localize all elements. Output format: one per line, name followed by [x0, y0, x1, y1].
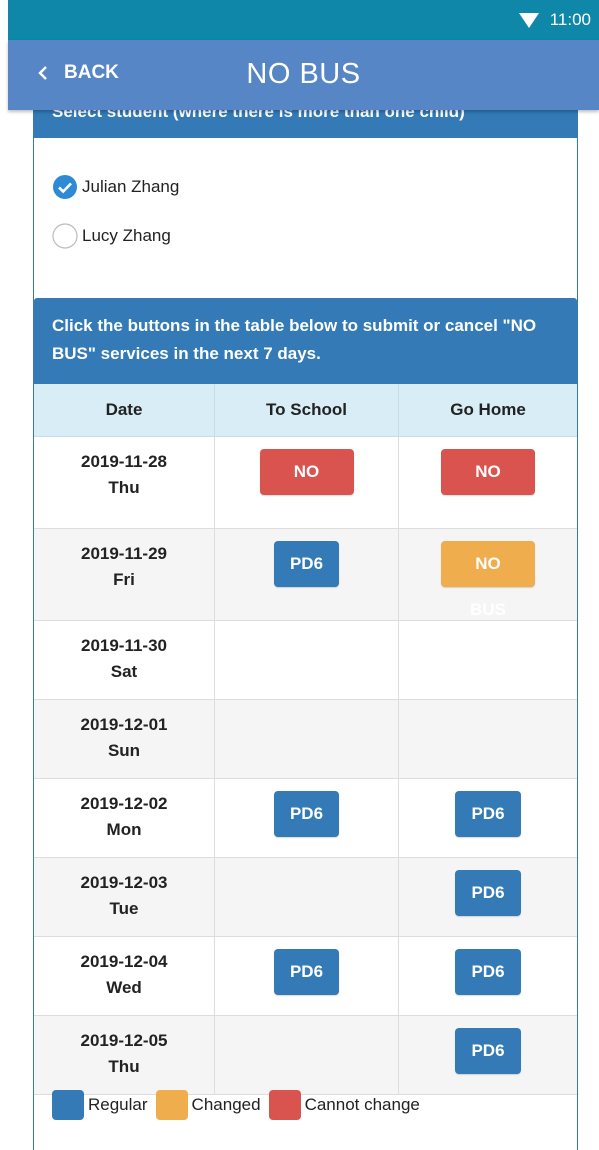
legend-swatch-regular: [52, 1090, 84, 1120]
date-text: 2019-12-03: [80, 873, 168, 892]
table-row: 2019-12-01 Sun: [34, 699, 577, 779]
table-row: 2019-12-02 Mon PD6 PD6: [34, 778, 577, 858]
wifi-icon: [519, 13, 539, 28]
table-row: 2019-11-29 Fri PD6 NO BUS: [34, 528, 577, 621]
schedule-table: Date To School Go Home 2019-11-28 Thu NO B…: [34, 384, 577, 1095]
instructions-text: Click the buttons in the table below to …: [52, 316, 537, 363]
weekday-text: Sun: [107, 741, 141, 760]
date-cell: 2019-12-05 Thu: [34, 1015, 215, 1095]
go-home-pd6-button[interactable]: PD6: [455, 1028, 521, 1074]
date-cell: 2019-12-03 Tue: [34, 857, 215, 937]
go-home-no-bus-button[interactable]: NO BUS: [441, 541, 535, 619]
date-cell: 2019-11-29 Fri: [34, 528, 215, 621]
legend-label-regular: Regular: [88, 1095, 148, 1114]
student-name: Lucy Zhang: [82, 226, 171, 245]
date-cell: 2019-12-04 Wed: [34, 936, 215, 1016]
to-school-cell: [214, 857, 399, 937]
go-home-cell: NO BUS: [398, 436, 577, 529]
go-home-pd6-button[interactable]: PD6: [455, 949, 521, 995]
go-home-cell: NO BUS: [398, 528, 577, 621]
go-home-cell: [398, 699, 577, 779]
to-school-pd6-button[interactable]: PD6: [273, 541, 340, 587]
table-row: 2019-12-04 Wed PD6 PD6: [34, 936, 577, 1016]
legend-swatch-changed: [155, 1090, 188, 1120]
to-school-cell: [214, 1015, 399, 1095]
date-text: 2019-11-28: [80, 452, 168, 471]
table-row: 2019-12-03 Tue PD6: [34, 857, 577, 937]
date-cell: 2019-12-02 Mon: [34, 778, 215, 858]
status-time: 11:00: [549, 10, 591, 29]
weekday-text: Fri: [113, 570, 135, 589]
weekday-text: Tue: [109, 899, 139, 918]
to-school-pd6-button[interactable]: PD6: [273, 791, 340, 837]
date-text: 2019-11-30: [80, 636, 168, 655]
legend-swatch-cannot-change: [268, 1090, 301, 1120]
weekday-text: Mon: [106, 820, 142, 839]
go-home-cell: PD6: [398, 936, 577, 1016]
date-cell: 2019-11-28 Thu: [34, 436, 215, 529]
legend: Regular Changed Cannot change: [52, 1090, 428, 1120]
student-option-julian[interactable]: Julian Zhang: [52, 174, 179, 200]
date-cell: 2019-11-30 Sat: [34, 620, 215, 700]
table-row: 2019-12-05 Thu PD6: [34, 1015, 577, 1095]
date-text: 2019-12-05: [80, 1031, 168, 1050]
legend-label-changed: Changed: [191, 1095, 261, 1114]
to-school-pd6-button[interactable]: PD6: [273, 949, 340, 995]
student-name: Julian Zhang: [82, 177, 180, 196]
go-home-cell: PD6: [398, 1015, 577, 1095]
date-text: 2019-12-02: [80, 794, 168, 813]
legend-label-cannot-change: Cannot change: [304, 1095, 420, 1114]
no-bus-panel: Select student (where there is more than…: [33, 90, 578, 1150]
date-text: 2019-12-01: [80, 715, 168, 734]
checked-radio-icon: [53, 175, 77, 199]
weekday-text: Thu: [108, 478, 140, 497]
student-option-lucy[interactable]: Lucy Zhang: [52, 223, 171, 249]
unchecked-radio-icon: [52, 223, 78, 249]
table-row: 2019-11-28 Thu NO BUS NO BUS: [34, 436, 577, 529]
to-school-cell: [214, 699, 399, 779]
to-school-cell: PD6: [214, 528, 399, 621]
weekday-text: Wed: [106, 978, 142, 997]
instructions-heading: Click the buttons in the table below to …: [34, 298, 577, 384]
column-header-to-school: To School: [214, 384, 399, 437]
go-home-no-bus-button[interactable]: NO BUS: [441, 449, 535, 527]
table-header-row: Date To School Go Home: [34, 384, 577, 437]
column-header-date: Date: [34, 384, 215, 437]
date-text: 2019-12-04: [80, 952, 168, 971]
page-title: NO BUS: [246, 58, 361, 90]
to-school-cell: PD6: [214, 778, 399, 858]
go-home-cell: PD6: [398, 778, 577, 858]
go-home-cell: PD6: [398, 857, 577, 937]
go-home-pd6-button[interactable]: PD6: [455, 791, 521, 837]
date-text: 2019-11-29: [80, 544, 168, 563]
column-header-go-home: Go Home: [398, 384, 577, 437]
status-bar: 11:00: [8, 0, 599, 40]
to-school-cell: PD6: [214, 936, 399, 1016]
weekday-text: Thu: [108, 1057, 140, 1076]
go-home-pd6-button[interactable]: PD6: [455, 870, 521, 916]
weekday-text: Sat: [110, 662, 138, 681]
app-bar: BACK NO BUS: [8, 40, 599, 110]
to-school-cell: NO BUS: [214, 436, 399, 529]
date-cell: 2019-12-01 Sun: [34, 699, 215, 779]
to-school-cell: [214, 620, 399, 700]
to-school-no-bus-button[interactable]: NO BUS: [259, 449, 354, 527]
